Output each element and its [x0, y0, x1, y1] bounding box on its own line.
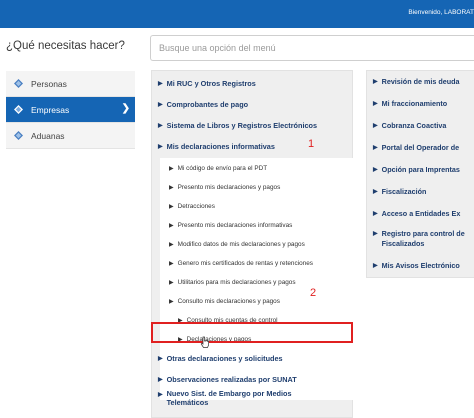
menu2-item-portal-operador[interactable]: ▶ Portal del Operador de: [367, 143, 474, 152]
arrow-right-icon: ▶: [169, 279, 174, 286]
welcome-text: Bienvenido, LABORAT: [408, 9, 474, 16]
arrow-right-icon: ▶: [158, 376, 163, 383]
page-question: ¿Qué necesitas hacer?: [6, 40, 125, 52]
arrow-right-icon: ▶: [169, 222, 174, 229]
sidebar-item-label: Empresas: [31, 104, 70, 115]
arrow-right-icon: ▶: [169, 298, 174, 305]
menu2-item-registro-control[interactable]: ▶ Registro para control de Fiscalizados: [367, 229, 474, 249]
menu-item-declaraciones-informativas[interactable]: ▶ Mis declaraciones informativas: [152, 136, 352, 156]
arrow-right-icon: ▶: [373, 145, 378, 151]
sidebar-item-label: Aduanas: [31, 130, 65, 141]
arrow-right-icon: ▶: [169, 165, 174, 172]
submenu-item-consulto-declaraciones[interactable]: ▶ Consulto mis declaraciones y pagos: [152, 291, 352, 311]
menu-item-comprobantes[interactable]: ▶ Comprobantes de pago: [152, 94, 352, 114]
arrow-right-icon: ▶: [373, 211, 378, 217]
menu-column-2: ▶ Revisión de mis deuda ▶ Mi fraccionamien…: [366, 70, 474, 278]
menu-item-nuevo-embargo[interactable]: ▶ Nuevo Sist. de Embargo por Medios Telem…: [152, 389, 352, 415]
diamond-icon: [14, 131, 23, 140]
menu2-item-imprentas[interactable]: ▶ Opción para Imprentas: [367, 165, 474, 174]
submenu-item-modifico-datos[interactable]: ▶ Modifico datos de mis declaraciones y p…: [152, 234, 352, 254]
menu2-item-acceso-entidades[interactable]: ▶ Acceso a Entidades Ex: [367, 209, 474, 218]
arrow-right-icon: ▶: [169, 241, 174, 248]
diamond-icon: [14, 79, 23, 88]
menu-item-libros[interactable]: ▶ Sistema de Libros y Registros Electróni…: [152, 115, 352, 135]
chevron-right-icon: ❯: [121, 103, 130, 114]
menu2-item-avisos-electronicos[interactable]: ▶ Mis Avisos Electrónico: [367, 261, 474, 270]
menu2-item-revision-deuda[interactable]: ▶ Revisión de mis deuda: [367, 77, 474, 86]
menu-item-observaciones[interactable]: ▶ Observaciones realizadas por SUNAT: [152, 369, 352, 389]
arrow-right-icon: ▶: [373, 123, 378, 129]
sidebar-item-personas[interactable]: Personas: [6, 71, 135, 97]
sidebar-item-label: Personas: [31, 78, 67, 89]
hand-cursor-icon: [200, 336, 209, 348]
submenu-item-presento-informativas[interactable]: ▶ Presento mis declaraciones informativas: [152, 215, 352, 235]
search-box[interactable]: [150, 35, 474, 61]
submenu-item-utilitarios[interactable]: ▶ Utilitarios para mis declaraciones y pa…: [152, 272, 352, 292]
arrow-right-icon: ▶: [158, 143, 163, 150]
menu2-item-cobranza[interactable]: ▶ Cobranza Coactiva: [367, 121, 474, 130]
menu2-item-fraccionamiento[interactable]: ▶ Mi fraccionamiento: [367, 99, 474, 108]
arrow-right-icon: ▶: [158, 80, 163, 87]
submenu-item-certificados[interactable]: ▶ Genero mis certificados de rentas y ret…: [152, 253, 352, 273]
annotation-number-2: 2: [310, 287, 317, 299]
arrow-right-icon: ▶: [158, 122, 163, 129]
highlight-box: [151, 322, 353, 343]
annotation-number-1: 1: [308, 138, 315, 150]
arrow-right-icon: ▶: [158, 101, 163, 108]
menu2-item-fiscalizacion[interactable]: ▶ Fiscalización: [367, 187, 474, 196]
menu-item-otras-declaraciones[interactable]: ▶ Otras declaraciones y solicitudes: [152, 348, 352, 368]
arrow-right-icon: ▶: [373, 101, 378, 107]
sidebar-item-aduanas[interactable]: Aduanas: [6, 123, 135, 149]
submenu-item-codigo-envio[interactable]: ▶ Mi código de envío para el PDT: [152, 158, 352, 178]
arrow-right-icon: ▶: [373, 231, 378, 237]
arrow-right-icon: ▶: [373, 189, 378, 195]
sidebar: Personas Empresas ❯ Aduanas: [6, 71, 135, 149]
top-bar: Bienvenido, LABORAT: [0, 0, 474, 28]
arrow-right-icon: ▶: [373, 263, 378, 269]
arrow-right-icon: ▶: [169, 184, 174, 191]
menu-item-mi-ruc[interactable]: ▶ Mi RUC y Otros Registros: [152, 73, 352, 93]
submenu-item-detracciones[interactable]: ▶ Detracciones: [152, 196, 352, 216]
sidebar-item-empresas[interactable]: Empresas ❯: [6, 97, 135, 123]
arrow-right-icon: ▶: [158, 392, 163, 398]
arrow-right-icon: ▶: [373, 167, 378, 173]
arrow-right-icon: ▶: [169, 260, 174, 267]
arrow-right-icon: ▶: [373, 79, 378, 85]
search-input[interactable]: [151, 36, 474, 60]
diamond-icon: [14, 105, 23, 114]
arrow-right-icon: ▶: [169, 203, 174, 210]
submenu-item-presento-pagos[interactable]: ▶ Presento mis declaraciones y pagos: [152, 177, 352, 197]
arrow-right-icon: ▶: [158, 355, 163, 362]
menu-column-1: ▶ Mi RUC y Otros Registros ▶ Comprobantes …: [151, 70, 353, 418]
